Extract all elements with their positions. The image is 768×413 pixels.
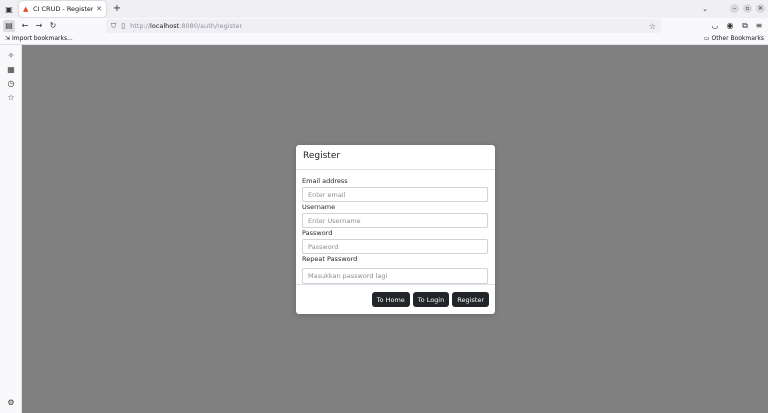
nav-bar: ▤ ← → ↻ ⛉ ▯ http://localhost:8080/auth/r… bbox=[0, 18, 768, 34]
sidebar: ✧ ▦ ◷ ☆ ⚙ bbox=[0, 45, 22, 413]
modal-header: Register bbox=[296, 145, 495, 170]
username-label: Username bbox=[302, 203, 336, 211]
import-bookmarks-link[interactable]: ⇲ Import bookmarks... bbox=[5, 35, 73, 42]
password-label: Password bbox=[302, 229, 333, 237]
password-field[interactable] bbox=[302, 239, 488, 254]
ai-chat-icon[interactable]: ✧ bbox=[5, 50, 17, 62]
bookmarks-bar: ⇲ Import bookmarks... ▭ Other Bookmarks bbox=[0, 34, 768, 45]
register-button[interactable]: Register bbox=[452, 292, 489, 307]
url-bar[interactable]: ⛉ ▯ http://localhost:8080/auth/register … bbox=[106, 19, 661, 33]
synced-tabs-icon[interactable]: ▦ bbox=[5, 64, 17, 76]
minimize-icon[interactable]: – bbox=[730, 4, 739, 13]
email-label: Email address bbox=[302, 177, 348, 185]
tab-active[interactable]: ▲ CI CRUD - Register ✕ bbox=[19, 1, 106, 17]
register-modal: Register Email address Username Password… bbox=[296, 145, 495, 314]
window-close-icon[interactable]: ✕ bbox=[756, 4, 765, 13]
to-home-button[interactable]: To Home bbox=[371, 292, 410, 307]
tab-title: CI CRUD - Register bbox=[33, 5, 94, 13]
folder-icon: ▭ bbox=[703, 35, 710, 42]
username-field[interactable] bbox=[302, 213, 488, 228]
import-icon: ⇲ bbox=[5, 35, 11, 42]
flame-icon: ▲ bbox=[23, 4, 29, 13]
star-icon[interactable]: ☆ bbox=[649, 22, 656, 31]
url-text[interactable]: http://localhost:8080/auth/register bbox=[130, 22, 644, 30]
shield-icon[interactable]: ⛉ bbox=[111, 22, 116, 31]
tab-strip: ▣ ▲ CI CRUD - Register ✕ + ⌄ – ▫ ✕ bbox=[0, 0, 768, 18]
page-overlay: Register Email address Username Password… bbox=[22, 45, 768, 413]
modal-title: Register bbox=[303, 151, 341, 161]
to-login-button[interactable]: To Login bbox=[412, 292, 450, 307]
email-field[interactable] bbox=[302, 187, 488, 202]
new-tab-icon[interactable]: + bbox=[111, 3, 123, 15]
firefox-view-icon[interactable]: ▣ bbox=[3, 3, 15, 15]
repeat-password-label: Repeat Password bbox=[302, 255, 358, 263]
reload-icon[interactable]: ↻ bbox=[47, 20, 59, 32]
history-icon[interactable]: ◷ bbox=[5, 78, 17, 90]
page-icon[interactable]: ▯ bbox=[121, 22, 125, 30]
menu-icon[interactable]: ≡ bbox=[753, 20, 765, 32]
modal-body: Email address Username Password Repeat P… bbox=[296, 170, 495, 289]
back-icon[interactable]: ← bbox=[19, 20, 31, 32]
account-icon[interactable]: ◉ bbox=[724, 20, 736, 32]
pocket-icon[interactable]: ◡ bbox=[709, 20, 721, 32]
repeat-password-field[interactable] bbox=[302, 268, 488, 284]
close-icon[interactable]: ✕ bbox=[96, 5, 102, 13]
settings-icon[interactable]: ⚙ bbox=[5, 397, 17, 409]
chevron-down-icon[interactable]: ⌄ bbox=[699, 3, 711, 15]
modal-footer: To Home To Login Register bbox=[296, 284, 495, 314]
sidebar-icon[interactable]: ▤ bbox=[3, 20, 15, 32]
bookmarks-icon[interactable]: ☆ bbox=[5, 92, 17, 104]
extensions-icon[interactable]: ⧉ bbox=[739, 20, 751, 32]
other-bookmarks-folder[interactable]: ▭ Other Bookmarks bbox=[704, 35, 764, 42]
maximize-icon[interactable]: ▫ bbox=[743, 4, 752, 13]
forward-icon[interactable]: → bbox=[33, 20, 45, 32]
